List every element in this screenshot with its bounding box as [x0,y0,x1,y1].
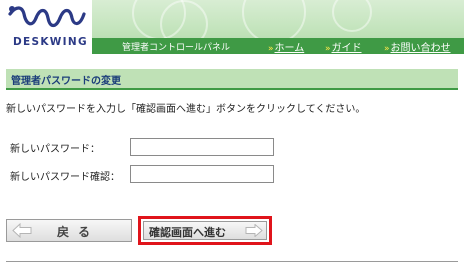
nav-link-home[interactable]: »ホーム [268,39,304,54]
footer-divider [6,261,458,262]
arrow-right-icon [245,224,263,237]
confirm-button-label: 確認画面へ進む [149,226,226,239]
nav-link-contact-label: お問い合わせ [390,43,451,54]
back-button-label: 戻る [57,225,100,239]
double-arrow-icon: » [325,44,331,54]
arrow-left-icon [12,223,32,238]
header-nav-bar: 管理者コントロールパネル »ホーム »ガイド »お問い合わせ [92,38,464,54]
logo-wave-icon [8,6,86,28]
back-button[interactable]: 戻る [6,219,132,242]
instruction-text: 新しいパスワードを入力し「確認画面へ進む」ボタンをクリックしてください。 [6,104,366,115]
nav-link-contact[interactable]: »お問い合わせ [384,39,451,54]
panel-title: 管理者コントロールパネル [122,43,231,53]
proceed-to-confirm-button[interactable]: 確認画面へ進む [143,221,267,240]
page-header: DESKWING 管理者コントロールパネル »ホーム »ガイド »お問い合わせ [0,0,464,54]
nav-link-guide-label: ガイド [331,43,362,54]
section-title: 管理者パスワードの変更 [11,76,121,87]
new-password-label: 新しいパスワード： [10,144,100,155]
confirm-password-field[interactable] [130,165,274,183]
double-arrow-icon: » [384,44,390,54]
double-arrow-icon: » [268,44,274,54]
section-header: 管理者パスワードの変更 [6,69,458,90]
confirm-button-highlight: 確認画面へ進む [138,216,272,245]
nav-link-guide[interactable]: »ガイド [325,39,362,54]
new-password-field[interactable] [130,138,274,156]
nav-link-home-label: ホーム [274,43,305,54]
brand-name: DESKWING [13,36,88,48]
confirm-password-label: 新しいパスワード確認： [10,172,120,183]
deskwing-logo[interactable]: DESKWING [6,4,92,50]
